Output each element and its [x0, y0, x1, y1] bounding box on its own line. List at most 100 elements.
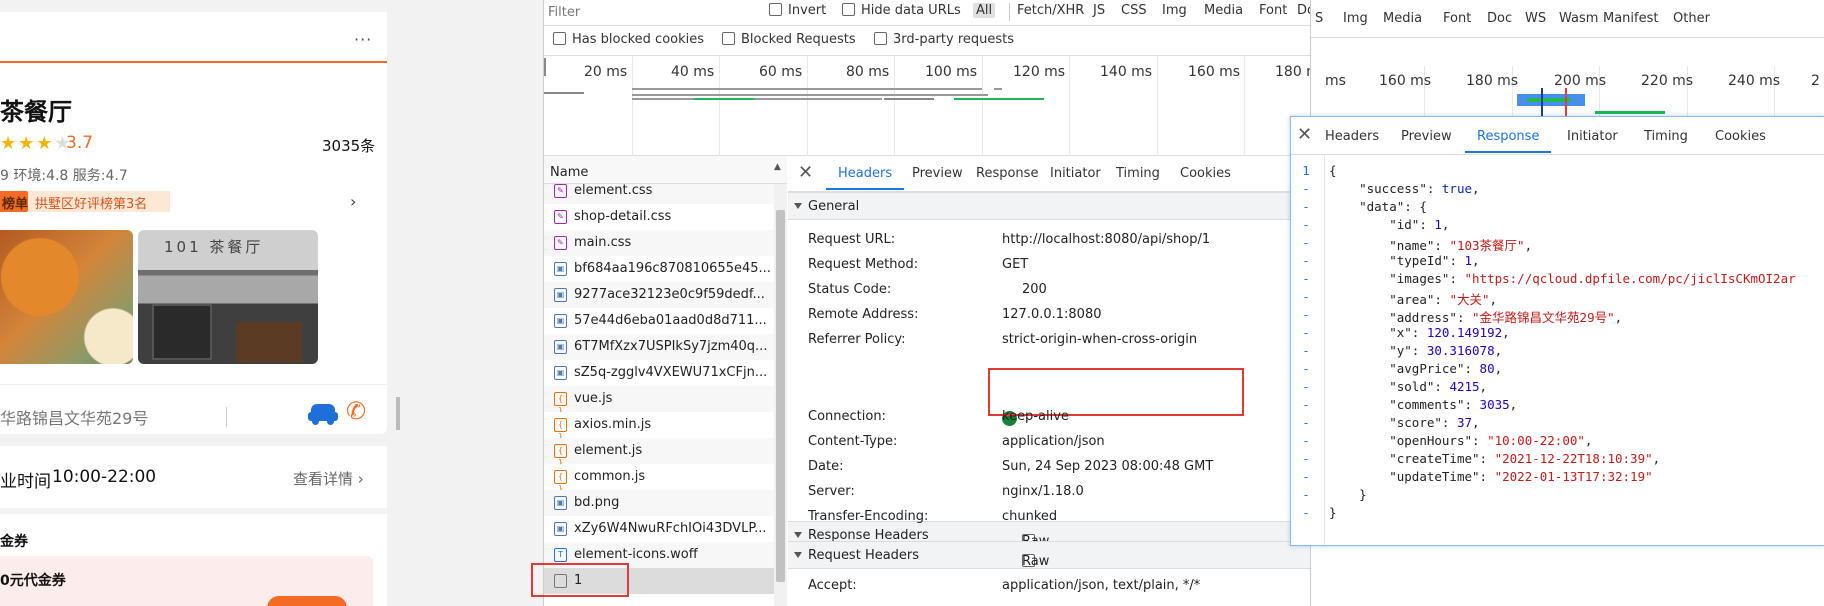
tab-cookies[interactable]: Cookies: [1715, 129, 1766, 144]
image-icon: ▣: [554, 340, 567, 354]
request-row[interactable]: { } vue.js: [544, 386, 774, 415]
shop-photo-food[interactable]: [0, 230, 133, 364]
request-name: shop-detail.css: [574, 209, 672, 224]
request-headers-title: Request Headers: [808, 548, 920, 563]
filter-css[interactable]: CSS: [1121, 3, 1147, 18]
filter-doc[interactable]: Doc: [1487, 11, 1512, 26]
image-icon: ▣: [554, 262, 567, 276]
request-row[interactable]: ▣ sZ5q-zgglv4VXEWU71xCFjn...: [544, 360, 774, 386]
hours-value: 10:00-22:00: [52, 467, 157, 487]
json-line: "createTime": "2021-12-22T18:10:39",: [1389, 451, 1661, 466]
request-row[interactable]: { } element.js: [544, 438, 774, 467]
request-row[interactable]: ✎ shop-detail.css: [544, 204, 774, 230]
voucher-card: 金券 0元代金券: [0, 514, 387, 606]
resize-handle[interactable]: [396, 397, 400, 430]
filter-img[interactable]: Img: [1343, 11, 1368, 26]
scrollbar-track[interactable]: [774, 184, 787, 606]
timeline-tick: 160 ms: [1379, 73, 1432, 89]
json-line: "x": 120.149192,: [1389, 325, 1510, 340]
tab-timing[interactable]: Timing: [1644, 129, 1688, 144]
timeline-bar: [632, 98, 882, 100]
line-number: -: [1302, 181, 1310, 196]
filter-js[interactable]: JS: [1093, 3, 1105, 18]
request-row[interactable]: ✎ element.css: [544, 184, 774, 204]
has-blocked-cookies-checkbox[interactable]: Has blocked cookies: [553, 32, 704, 47]
request-row[interactable]: ▣ bd.png: [544, 490, 774, 516]
request-row[interactable]: ▣ bf684aa196c870810655e45...: [544, 256, 774, 282]
scrollbar-thumb[interactable]: [776, 210, 785, 582]
hours-card: 业时间 10:00-22:00 查看详情 ›: [0, 446, 387, 508]
close-icon[interactable]: ✕: [798, 162, 813, 183]
details-link[interactable]: 查看详情 ›: [293, 468, 364, 489]
filter-font[interactable]: Font: [1443, 11, 1471, 26]
phone-icon[interactable]: ✆: [346, 397, 366, 425]
name-column-header[interactable]: Name ▲: [544, 156, 787, 184]
tab-response[interactable]: Response: [976, 166, 1038, 181]
tab-initiator[interactable]: Initiator: [1567, 129, 1618, 144]
filter-all[interactable]: All: [973, 3, 996, 18]
hide-data-urls-checkbox[interactable]: Hide data URLs: [842, 3, 961, 18]
filter-ws-partial[interactable]: S: [1315, 11, 1323, 26]
timeline-bar: [1595, 111, 1665, 114]
request-row[interactable]: ✎ main.css: [544, 230, 774, 256]
tab-headers[interactable]: Headers: [825, 166, 905, 190]
tab-preview[interactable]: Preview: [912, 166, 963, 181]
more-button[interactable]: ···: [354, 30, 372, 49]
request-row[interactable]: ▣ 6T7MfXzx7USPIkSy7jzm40q...: [544, 334, 774, 360]
storefront-window: [152, 304, 212, 360]
car-icon[interactable]: [308, 401, 338, 425]
request-row[interactable]: { } axios.min.js: [544, 412, 774, 441]
request-name: sZ5q-zgglv4VXEWU71xCFjn...: [574, 365, 768, 380]
response-header-key: Server:: [808, 484, 855, 499]
close-icon[interactable]: ✕: [1297, 124, 1312, 145]
filter-input[interactable]: [548, 2, 748, 22]
request-name: bf684aa196c870810655e45...: [574, 261, 771, 276]
timeline-tick: 220 ms: [1641, 73, 1694, 89]
timeline-marker: [1541, 88, 1543, 116]
tab-response[interactable]: Response: [1464, 129, 1552, 153]
request-row[interactable]: ▣ 57e44d6eba01aad0d8d711...: [544, 308, 774, 334]
response-header-key: Date:: [808, 459, 844, 474]
filter-ws[interactable]: WS: [1525, 11, 1546, 26]
timeline-bar: [632, 94, 988, 96]
tab-initiator[interactable]: Initiator: [1050, 166, 1101, 181]
line-number: -: [1302, 505, 1310, 520]
filter-other[interactable]: Other: [1673, 11, 1710, 26]
shop-photo-storefront[interactable]: 101 茶餐厅: [138, 230, 318, 364]
tab-cookies[interactable]: Cookies: [1180, 166, 1231, 181]
general-key: Referrer Policy:: [808, 332, 906, 347]
rank-tag[interactable]: 拱墅区好评榜第3名: [28, 191, 170, 212]
filter-font[interactable]: Font: [1259, 3, 1287, 18]
json-line: "images": "https://qcloud.dpfile.com/pc/…: [1389, 271, 1796, 286]
chevron-right-icon[interactable]: ›: [350, 192, 356, 211]
filter-media[interactable]: Media: [1204, 3, 1243, 18]
response-header-key: Transfer-Encoding:: [808, 509, 929, 524]
voucher-buy-button[interactable]: [267, 596, 347, 606]
voucher-item[interactable]: 0元代金券: [0, 556, 373, 606]
response-header-value: application/json: [1002, 434, 1105, 449]
blocked-requests-checkbox[interactable]: Blocked Requests: [722, 32, 856, 47]
line-number: -: [1302, 361, 1310, 376]
response-body[interactable]: 1 {- "success": true, - "data": {- "id": 1…: [1291, 163, 1824, 543]
filter-img[interactable]: Img: [1162, 3, 1187, 18]
timeline-bar: [694, 98, 754, 100]
json-line: "comments": 3035,: [1389, 397, 1518, 412]
tab-headers[interactable]: Headers: [1325, 129, 1379, 144]
filter-wasm[interactable]: Wasm: [1559, 11, 1598, 26]
request-detail-panel: ✕ Headers Preview Response Initiator Tim…: [788, 156, 1325, 606]
request-row[interactable]: ▣ 9277ace32123e0c9f59dedf...: [544, 282, 774, 308]
third-party-checkbox[interactable]: 3rd-party requests: [874, 32, 1014, 47]
filter-media[interactable]: Media: [1383, 11, 1422, 26]
tab-timing[interactable]: Timing: [1116, 166, 1160, 181]
filter-fetch-xhr[interactable]: Fetch/XHR: [1017, 3, 1084, 18]
review-count[interactable]: 3035条: [322, 135, 375, 156]
line-number: -: [1302, 433, 1310, 448]
invert-checkbox[interactable]: Invert: [769, 3, 826, 18]
tab-preview[interactable]: Preview: [1401, 129, 1452, 144]
star-icon: ★: [18, 133, 37, 154]
request-headers-section-header[interactable]: Request Headers Raw: [788, 541, 1315, 569]
request-row[interactable]: ▣ xZy6W4NwuRFchIOi43DVLP...: [544, 516, 774, 542]
filter-manifest[interactable]: Manifest: [1603, 11, 1658, 26]
request-row[interactable]: { } common.js: [544, 464, 774, 493]
general-section-header[interactable]: General: [788, 192, 1315, 220]
